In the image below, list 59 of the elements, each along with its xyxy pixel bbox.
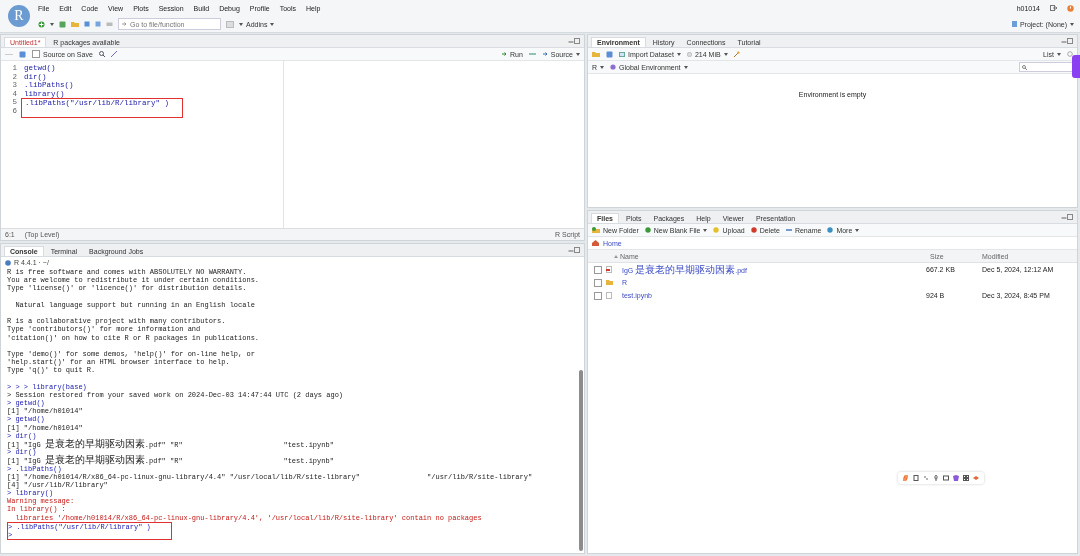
- new-folder-icon: [592, 227, 600, 233]
- r-icon: [5, 259, 11, 266]
- pdf-file-icon: [606, 266, 613, 273]
- arrow-icon: [542, 52, 548, 56]
- caret-icon: [50, 22, 54, 26]
- keyboard-icon[interactable]: [943, 475, 949, 481]
- save-icon[interactable]: [606, 50, 613, 58]
- checkbox[interactable]: [594, 278, 602, 287]
- plus-icon: [644, 227, 651, 233]
- file-icon: [606, 292, 613, 299]
- print-icon[interactable]: [106, 21, 113, 27]
- folder-icon[interactable]: [592, 51, 600, 57]
- pane-size-icon[interactable]: [568, 247, 580, 253]
- microphone-icon[interactable]: [933, 475, 939, 481]
- search-icon[interactable]: [98, 51, 105, 57]
- pane-size-icon[interactable]: [1061, 38, 1073, 44]
- globe-icon: [610, 64, 617, 70]
- caret-icon: [600, 65, 605, 69]
- delete-icon: [750, 227, 757, 233]
- pane-size-icon[interactable]: [1061, 214, 1073, 220]
- folder-icon[interactable]: [71, 21, 79, 27]
- caret-icon: [239, 22, 243, 26]
- caret-icon: [723, 52, 728, 56]
- caret-icon: [855, 228, 860, 232]
- dots-icon[interactable]: [923, 475, 929, 481]
- save-icon[interactable]: [19, 50, 26, 58]
- pie-icon: [686, 51, 692, 57]
- pane-size-icon[interactable]: [568, 38, 580, 44]
- app-logo: R: [8, 5, 30, 27]
- search-icon: [1022, 64, 1027, 70]
- checkbox[interactable]: [594, 291, 602, 300]
- table-icon: [619, 51, 625, 57]
- s-icon[interactable]: [903, 475, 909, 481]
- caret-icon: [1057, 52, 1061, 56]
- folder-icon: [606, 279, 613, 286]
- gear-icon: [827, 227, 834, 233]
- save-icon[interactable]: [84, 21, 90, 27]
- extension-tab[interactable]: [1072, 55, 1080, 78]
- caret-icon: [703, 228, 708, 232]
- checkbox[interactable]: [32, 50, 40, 58]
- new-file-icon[interactable]: [38, 20, 45, 28]
- caret-icon: [1070, 22, 1074, 26]
- caret-icon: [683, 65, 688, 69]
- checkbox[interactable]: [594, 265, 602, 274]
- arrow-icon: [501, 52, 507, 56]
- caret-icon: [676, 52, 681, 56]
- wand-icon[interactable]: [110, 51, 117, 57]
- power-icon[interactable]: [1067, 4, 1074, 12]
- save-all-icon[interactable]: [95, 21, 101, 27]
- caret-icon: [270, 22, 275, 26]
- upload-icon: [713, 227, 720, 233]
- arrow-icon: [122, 22, 127, 26]
- broom-icon[interactable]: [733, 51, 740, 57]
- home-icon: [592, 240, 599, 246]
- caret-icon: [576, 52, 580, 56]
- sort-up-icon: [614, 254, 618, 258]
- grid-icon[interactable]: [963, 475, 969, 481]
- sign-out-icon[interactable]: [1050, 5, 1057, 11]
- search-field[interactable]: [1019, 62, 1073, 72]
